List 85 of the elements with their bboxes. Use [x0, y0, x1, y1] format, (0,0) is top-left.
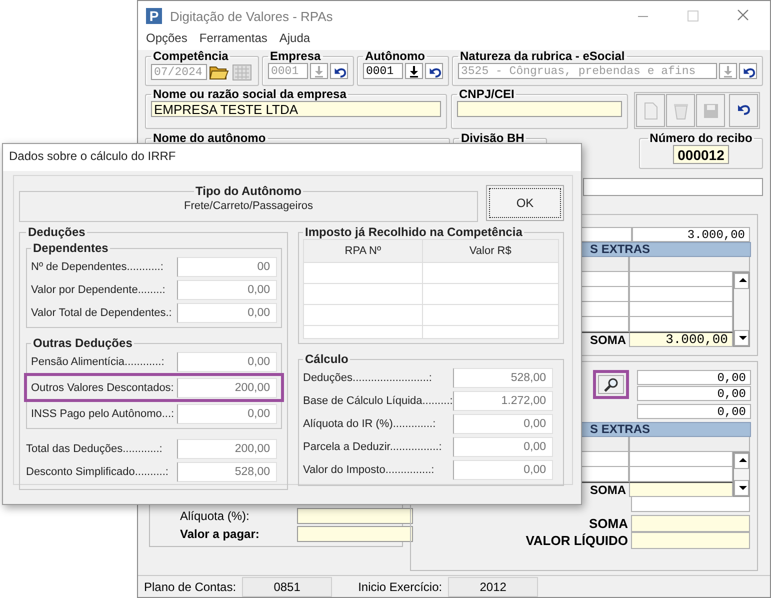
menu-item[interactable]: Opções: [140, 31, 194, 48]
group-label: Empresa: [269, 50, 322, 63]
download-icon: [313, 64, 325, 78]
value-field[interactable]: 0,00: [453, 460, 553, 480]
window-title: Digitação de Valores - RPAs: [170, 8, 334, 24]
group-label: Imposto já Recolhido na Competência: [304, 225, 524, 239]
amount-label: Valor a pagar:: [180, 526, 260, 542]
download-icon: [722, 64, 734, 78]
group-label: Deduções: [27, 225, 86, 239]
group-label: Tipo do Autônomo: [194, 184, 302, 198]
undo-button[interactable]: [330, 63, 348, 79]
table-cell: 0,00: [637, 370, 751, 385]
group-label: Divisão BH: [460, 132, 526, 145]
table-cell: 0,00: [637, 386, 751, 401]
value-field[interactable]: 200,00: [177, 438, 277, 458]
app-logo: P: [146, 8, 162, 24]
total-label: VALOR LÍQUIDO: [524, 532, 629, 549]
field-label: Outros Valores Descontados:: [31, 382, 175, 394]
status-label: Inicio Exercício:: [358, 580, 442, 594]
group-label: Número do recibo: [648, 132, 754, 145]
date-field[interactable]: 07/2024: [151, 64, 207, 80]
group-label: Outras Deduções: [32, 336, 134, 350]
column-header: RPA Nº: [304, 240, 422, 262]
value-field[interactable]: 0,00: [453, 414, 553, 434]
download-button[interactable]: [405, 63, 423, 79]
value-field[interactable]: 0,00: [177, 404, 277, 424]
value-field[interactable]: 0,00: [177, 352, 277, 372]
field-label: Valor do Imposto...............:: [303, 464, 436, 476]
type-value: Frete/Carreto/Passageiros: [184, 200, 313, 212]
cnpj-field[interactable]: [457, 101, 622, 117]
company-name-field[interactable]: EMPRESA TESTE LTDA: [151, 101, 441, 117]
receipt-number: 000012: [673, 145, 729, 164]
status-value: 2012: [448, 576, 538, 596]
value-field[interactable]: 00: [177, 256, 277, 276]
amount-field[interactable]: [297, 526, 413, 542]
rate-field[interactable]: [297, 508, 413, 524]
field-label: Total das Deduções............:: [26, 442, 164, 454]
value-field[interactable]: 0,00: [177, 280, 277, 300]
search-button[interactable]: [598, 375, 624, 394]
menu-item[interactable]: Ferramentas: [193, 31, 274, 48]
group-label: Autônomo: [364, 50, 426, 63]
field-label: Parcela a Deduzir................:: [303, 440, 443, 452]
group-label: Nome ou razão social da empresa: [152, 88, 348, 101]
sum-value: 3.000,00: [629, 332, 733, 347]
field-label: INSS Pago pelo Autônomo...:: [31, 408, 176, 420]
code-field[interactable]: 0001: [363, 63, 403, 79]
rate-label: Alíquota (%):: [180, 508, 250, 524]
dialog-title: Dados sobre o cálculo do IRRF: [9, 149, 176, 163]
value-field[interactable]: 528,00: [177, 462, 277, 482]
field-label: Nº de Dependentes...........:: [31, 260, 164, 272]
group-label: Competência: [152, 50, 230, 63]
group-label: Cálculo: [304, 352, 350, 366]
undo-button[interactable]: [739, 63, 757, 79]
status-label: Plano de Contas:: [144, 580, 236, 594]
scrollbar[interactable]: [733, 452, 750, 497]
group-label: Nome do autônomo: [152, 132, 267, 145]
menu-item[interactable]: Ajuda: [273, 31, 316, 48]
field-label: Desconto Simplificado..........:: [26, 466, 170, 478]
group-label: Dependentes: [32, 241, 110, 255]
group-label: CNPJ/CEI: [458, 88, 516, 101]
field-label: Base de Cálculo Líquida.........:: [303, 394, 453, 406]
field-label: Valor Total de Dependentes.:: [31, 306, 173, 318]
field-label: Deduções.........................:: [303, 372, 433, 384]
value-field[interactable]: 528,00: [453, 368, 553, 388]
total-label: SOMA: [588, 515, 629, 532]
table-cell: 3.000,00: [632, 227, 750, 242]
input-field[interactable]: [583, 178, 763, 196]
download-icon: [408, 64, 420, 78]
field-label: Pensão Alimentícia............:: [31, 356, 166, 368]
undo-button[interactable]: [425, 63, 443, 79]
value-field[interactable]: 0,00: [453, 436, 553, 456]
value-field[interactable]: 200,00: [177, 378, 277, 398]
column-header: Valor R$: [422, 240, 558, 262]
status-value: 0851: [242, 576, 332, 596]
value-field[interactable]: 0,00: [177, 302, 277, 322]
calendar-icon: [231, 63, 253, 81]
search-icon: [603, 376, 619, 392]
undo-button[interactable]: [729, 94, 758, 127]
field-label: Valor por Dependente........:: [31, 284, 166, 296]
value-field[interactable]: 1.272,00: [453, 390, 553, 410]
scrollbar[interactable]: [733, 272, 750, 347]
nature-field[interactable]: 3525 - Côngruas, prebendas e afins: [458, 63, 717, 79]
group-label: Natureza da rubrica - eSocial: [459, 50, 626, 63]
ok-button[interactable]: OK: [486, 185, 564, 221]
table-cell: 0,00: [637, 404, 751, 419]
